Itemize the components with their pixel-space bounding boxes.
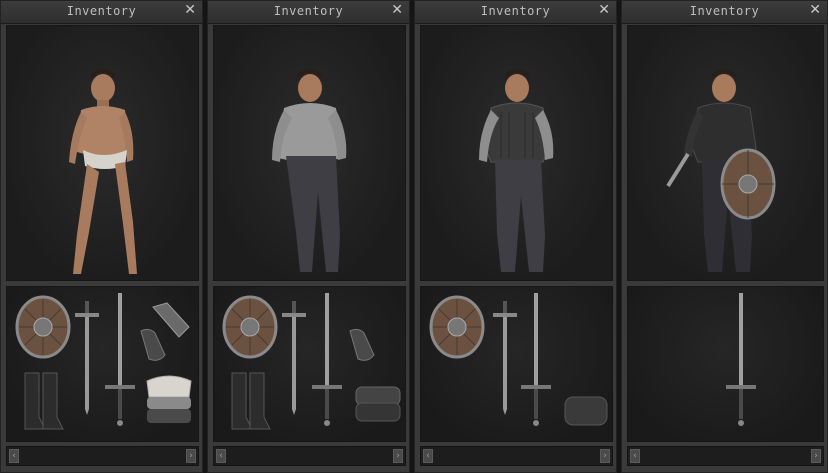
shirt-icon[interactable] xyxy=(352,381,404,427)
character-preview[interactable] xyxy=(420,25,613,281)
scrollbar[interactable]: ‹ › xyxy=(213,446,406,466)
scrollbar[interactable]: ‹ › xyxy=(420,446,613,466)
panel-titlebar[interactable]: Inventory ✕ xyxy=(622,1,827,24)
inventory-panel-4: Inventory ✕ ‹ › xyxy=(621,0,828,473)
panel-titlebar[interactable]: Inventory ✕ xyxy=(1,1,202,24)
character-figure xyxy=(272,69,347,272)
gloves-icon[interactable] xyxy=(135,325,171,365)
longsword-icon[interactable] xyxy=(310,291,344,431)
sword-icon[interactable] xyxy=(73,299,101,417)
inventory-panel-1: Inventory ✕ ‹ › xyxy=(0,0,203,473)
sword-icon[interactable] xyxy=(280,299,308,417)
boots-icon[interactable] xyxy=(228,369,272,433)
longsword-icon[interactable] xyxy=(519,291,553,431)
close-icon[interactable]: ✕ xyxy=(391,2,403,18)
scroll-right-button[interactable]: › xyxy=(186,449,196,463)
panel-titlebar[interactable]: Inventory ✕ xyxy=(415,1,616,24)
close-icon[interactable]: ✕ xyxy=(598,2,610,18)
close-icon[interactable]: ✕ xyxy=(184,2,196,18)
inventory-screen: Inventory ✕ ‹ › Inventory ✕ ‹ › Inventor… xyxy=(0,0,828,473)
close-icon[interactable]: ✕ xyxy=(809,2,821,18)
gloves-icon[interactable] xyxy=(344,325,380,365)
inventory-panel-3: Inventory ✕ ‹ › xyxy=(414,0,617,473)
shield-icon[interactable] xyxy=(15,295,71,359)
sword-icon[interactable] xyxy=(491,299,519,417)
character-preview[interactable] xyxy=(627,25,824,281)
character-preview[interactable] xyxy=(213,25,406,281)
character-preview[interactable] xyxy=(6,25,199,281)
scroll-right-button[interactable]: › xyxy=(811,449,821,463)
shield-icon[interactable] xyxy=(222,295,278,359)
panel-title: Inventory xyxy=(689,4,760,18)
character-figure xyxy=(69,69,137,274)
panel-title: Inventory xyxy=(480,4,551,18)
inventory-grid xyxy=(213,286,406,442)
inventory-grid xyxy=(627,286,824,442)
inventory-panel-2: Inventory ✕ ‹ › xyxy=(207,0,410,473)
scrollbar[interactable]: ‹ › xyxy=(627,446,824,466)
vest-icon[interactable] xyxy=(561,391,611,431)
longsword-icon[interactable] xyxy=(724,291,758,431)
scroll-right-button[interactable]: › xyxy=(600,449,610,463)
scroll-left-button[interactable]: ‹ xyxy=(9,449,19,463)
longsword-icon[interactable] xyxy=(103,291,137,431)
panel-title: Inventory xyxy=(273,4,344,18)
boots-icon[interactable] xyxy=(21,369,65,433)
character-figure xyxy=(666,69,776,272)
panel-title: Inventory xyxy=(66,4,137,18)
character-figure xyxy=(479,69,554,272)
scroll-left-button[interactable]: ‹ xyxy=(630,449,640,463)
scroll-left-button[interactable]: ‹ xyxy=(423,449,433,463)
scrollbar[interactable]: ‹ › xyxy=(6,446,199,466)
shirt-stack-icon[interactable] xyxy=(141,371,197,429)
panel-titlebar[interactable]: Inventory ✕ xyxy=(208,1,409,24)
scroll-right-button[interactable]: › xyxy=(393,449,403,463)
inventory-grid xyxy=(420,286,613,442)
shield-icon[interactable] xyxy=(429,295,485,359)
scroll-left-button[interactable]: ‹ xyxy=(216,449,226,463)
inventory-grid xyxy=(6,286,199,442)
